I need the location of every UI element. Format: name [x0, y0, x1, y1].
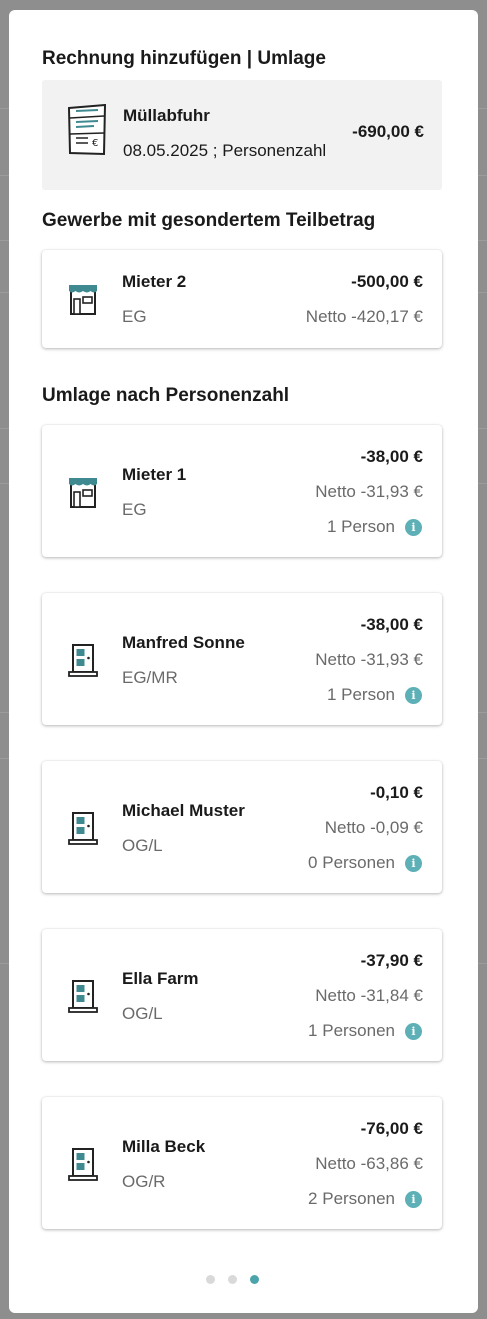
door-icon [68, 644, 98, 677]
persons-label: 1 Person [326, 685, 395, 704]
tenant-unit: OG/R [122, 1172, 166, 1191]
info-icon[interactable]: i [405, 1022, 422, 1040]
invoice-name: Müllabfuhr [123, 106, 210, 125]
tenant-amount: -76,00 € [360, 1119, 423, 1138]
tenant-amount: -0,10 € [370, 783, 423, 802]
invoice-amount: -690,00 € [352, 122, 424, 141]
info-icon[interactable]: i [405, 686, 422, 704]
pagination-dot[interactable] [206, 1275, 215, 1284]
tenant-amount: -38,00 € [360, 447, 423, 466]
info-icon[interactable]: i [405, 1190, 422, 1208]
tenant-unit: OG/L [122, 836, 163, 855]
modal-title: Rechnung hinzufügen | Umlage [42, 48, 326, 69]
door-icon [68, 812, 98, 845]
invoice-modal: Rechnung hinzufügen | Umlage € Müllabfuh… [9, 10, 478, 1313]
invoice-summary: € Müllabfuhr 08.05.2025 ; Personenzahl -… [42, 80, 442, 190]
persons-label: 1 Personen [308, 1021, 395, 1040]
invoice-subtitle: 08.05.2025 ; Personenzahl [123, 141, 327, 160]
tenant-card-commercial[interactable]: Mieter 2 EG -500,00 € Netto -420,17 € [42, 250, 442, 348]
pagination-dot-active[interactable] [250, 1275, 259, 1284]
persons-label: 1 Person [326, 517, 395, 536]
tenant-persons: 1 Personen i [308, 1021, 422, 1041]
pagination-dots [206, 1275, 259, 1284]
tenant-card[interactable]: Ella Farm OG/L -37,90 € Netto -31,84 € 1… [42, 929, 442, 1061]
tenant-amount: -38,00 € [360, 615, 423, 634]
tenant-name: Mieter 1 [122, 465, 187, 484]
tenant-persons: 2 Personen i [308, 1189, 422, 1209]
pagination-dot[interactable] [228, 1275, 237, 1284]
shop-icon [69, 478, 97, 508]
info-icon[interactable]: i [405, 854, 422, 872]
tenant-name: Mieter 2 [122, 272, 187, 291]
tenant-netto: Netto -31,93 € [315, 650, 423, 669]
tenant-netto: Netto -31,84 € [315, 986, 423, 1005]
tenant-netto: Netto -0,09 € [324, 818, 423, 837]
tenant-persons: 1 Person i [327, 685, 422, 705]
tenant-unit: EG/MR [122, 668, 178, 687]
tenant-card[interactable]: Manfred Sonne EG/MR -38,00 € Netto -31,9… [42, 593, 442, 725]
persons-label: 2 Personen [308, 1189, 395, 1208]
persons-label: 0 Personen [308, 853, 395, 872]
tenant-name: Ella Farm [122, 969, 199, 988]
tenant-card[interactable]: Milla Beck OG/R -76,00 € Netto -63,86 € … [42, 1097, 442, 1229]
section-title-commercial: Gewerbe mit gesondertem Teilbetrag [42, 210, 376, 231]
section-title-per-person: Umlage nach Personenzahl [42, 385, 290, 406]
invoice-icon: € [67, 104, 107, 156]
tenant-amount: -37,90 € [360, 951, 423, 970]
tenant-card[interactable]: Mieter 1 EG -38,00 € Netto -31,93 € 1 Pe… [42, 425, 442, 557]
tenant-unit: EG [122, 307, 147, 326]
door-icon [68, 980, 98, 1013]
tenant-unit: OG/L [122, 1004, 163, 1023]
tenant-name: Michael Muster [122, 801, 245, 820]
tenant-persons: 1 Person i [327, 517, 422, 537]
svg-text:€: € [92, 138, 98, 149]
shop-icon [69, 285, 97, 315]
tenant-netto: Netto -63,86 € [315, 1154, 423, 1173]
tenant-netto: Netto -31,93 € [315, 482, 423, 501]
tenant-card[interactable]: Michael Muster OG/L -0,10 € Netto -0,09 … [42, 761, 442, 893]
info-icon[interactable]: i [405, 518, 422, 536]
tenant-netto: Netto -420,17 € [305, 307, 423, 326]
door-icon [68, 1148, 98, 1181]
tenant-amount: -500,00 € [351, 272, 423, 291]
tenant-name: Milla Beck [122, 1137, 206, 1156]
tenant-persons: 0 Personen i [308, 853, 422, 873]
tenant-unit: EG [122, 500, 147, 519]
tenant-name: Manfred Sonne [122, 633, 245, 652]
